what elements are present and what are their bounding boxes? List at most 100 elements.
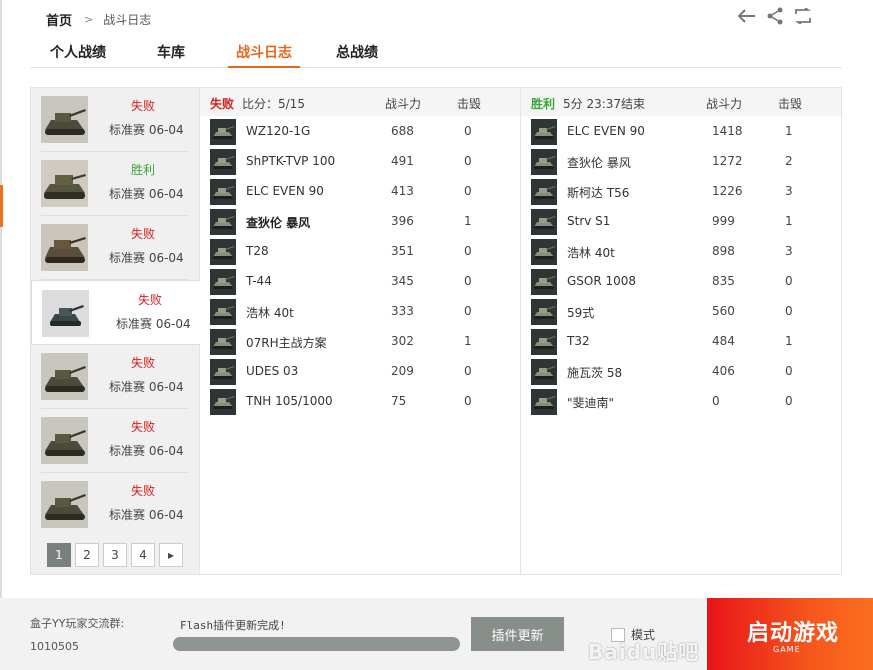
tank-name: GSOR 1008	[567, 274, 637, 288]
kill-count: 0	[464, 154, 472, 168]
battle-power: 560	[712, 304, 735, 318]
plugin-update-button[interactable]: 插件更新	[471, 617, 564, 651]
player-row[interactable]: T-44 345 0	[200, 267, 520, 297]
kill-count: 0	[785, 304, 793, 318]
tank-name: ELC EVEN 90	[246, 184, 324, 198]
player-row[interactable]: 浩林 40t 333 0	[200, 297, 520, 327]
player-row[interactable]: T32 484 1	[521, 327, 841, 357]
page-3-button[interactable]: 3	[103, 543, 127, 567]
tank-name: 查狄伦 暴风	[246, 216, 311, 230]
tab-garage[interactable]: 车库	[157, 42, 185, 68]
tank-name: T32	[567, 334, 590, 348]
next-page-icon[interactable]: ▸	[159, 543, 183, 567]
tank-name: TNH 105/1000	[246, 394, 333, 408]
tank-icon	[531, 179, 557, 205]
tank-icon	[531, 269, 557, 295]
battle-result: 失败	[131, 356, 156, 370]
battle-item[interactable]: 失败 标准赛 06-04	[31, 216, 189, 280]
tank-thumbnail	[41, 353, 88, 400]
player-row[interactable]: 查狄伦 暴风 1272 2	[521, 147, 841, 177]
player-row[interactable]: 07RH主战方案 302 1	[200, 327, 520, 357]
player-row[interactable]: TNH 105/1000 75 0	[200, 387, 520, 417]
tank-icon	[210, 359, 236, 385]
player-row[interactable]: WZ120-1G 688 0	[200, 117, 520, 147]
battle-power: 396	[391, 214, 414, 228]
player-row[interactable]: "斐迪南" 0 0	[521, 387, 841, 417]
player-row[interactable]: 斯柯达 T56 1226 3	[521, 177, 841, 207]
tank-thumbnail	[42, 290, 89, 337]
player-row[interactable]: T28 351 0	[200, 237, 520, 267]
tank-name: ShPTK-TVP 100	[246, 154, 336, 168]
winning-team-table: 胜利 5分 23:37结束 战斗力 击毁 ELC EVEN 90 1418 1 查狄伦…	[521, 88, 841, 574]
launch-game-sublabel: GAME	[773, 645, 801, 654]
top-toolbar	[737, 6, 813, 26]
team-header: 胜利 5分 23:37结束 战斗力 击毁	[521, 88, 841, 116]
losing-team-table: 失败 比分：5/15 战斗力 击毁 WZ120-1G 688 0 ShPTK-TVP …	[200, 88, 521, 574]
page-1-button[interactable]: 1	[47, 543, 71, 567]
battle-item[interactable]: 失败 标准赛 06-04	[31, 88, 189, 152]
launch-game-label: 启动游戏	[747, 621, 840, 646]
share-icon[interactable]	[765, 6, 785, 26]
tank-name: Strv S1	[567, 214, 611, 228]
yy-group-label: 盒子YY玩家交流群:	[30, 617, 125, 630]
tab-battle-log[interactable]: 战斗日志	[228, 42, 300, 68]
player-row[interactable]: 施瓦茨 58 406 0	[521, 357, 841, 387]
player-row[interactable]: UDES 03 209 0	[200, 357, 520, 387]
battle-result: 失败	[131, 227, 156, 241]
power-column-header: 战斗力	[706, 97, 743, 111]
kill-count: 0	[464, 124, 472, 138]
tank-name: 59式	[567, 306, 595, 320]
player-row[interactable]: ELC EVEN 90 413 0	[200, 177, 520, 207]
tank-name: 浩林 40t	[567, 246, 615, 260]
tank-icon	[531, 359, 557, 385]
back-icon[interactable]	[737, 6, 757, 26]
tank-thumbnail	[41, 481, 88, 528]
player-row[interactable]: GSOR 1008 835 0	[521, 267, 841, 297]
kill-count: 1	[464, 334, 472, 348]
player-row[interactable]: ELC EVEN 90 1418 1	[521, 117, 841, 147]
power-column-header: 战斗力	[385, 97, 422, 111]
refresh-icon[interactable]	[793, 6, 813, 26]
tank-name: 07RH主战方案	[246, 336, 327, 350]
player-row[interactable]: Strv S1 999 1	[521, 207, 841, 237]
player-row[interactable]: 查狄伦 暴风 396 1	[200, 207, 520, 237]
player-row[interactable]: 浩林 40t 898 3	[521, 237, 841, 267]
player-row[interactable]: ShPTK-TVP 100 491 0	[200, 147, 520, 177]
tank-icon	[531, 299, 557, 325]
launch-game-button[interactable]: 启动游戏 GAME	[707, 598, 873, 670]
battle-item-selected[interactable]: 失败 标准赛 06-04	[31, 280, 200, 345]
tank-name: 查狄伦 暴风	[567, 156, 631, 170]
tank-name: UDES 03	[246, 364, 299, 378]
breadcrumb: 首页 > 战斗日志	[46, 10, 151, 29]
kill-count: 0	[785, 274, 793, 288]
breadcrumb-home[interactable]: 首页	[46, 10, 72, 29]
tank-name: 浩林 40t	[246, 306, 294, 320]
team-result: 失败	[210, 97, 235, 111]
tank-name: "斐迪南"	[567, 396, 615, 410]
tank-icon	[531, 239, 557, 265]
battle-power: 302	[391, 334, 414, 348]
battle-item[interactable]: 胜利 标准赛 06-04	[31, 152, 189, 216]
tank-icon	[531, 389, 557, 415]
tank-thumbnail	[41, 417, 88, 464]
battle-item[interactable]: 失败 标准赛 06-04	[31, 409, 189, 473]
kill-count: 1	[464, 214, 472, 228]
tank-thumbnail	[41, 224, 88, 271]
battle-power: 835	[712, 274, 735, 288]
tab-personal-record[interactable]: 个人战绩	[50, 42, 106, 68]
page-4-button[interactable]: 4	[131, 543, 155, 567]
battle-power: 0	[712, 394, 720, 408]
tank-icon	[210, 209, 236, 235]
kill-count: 0	[464, 394, 472, 408]
player-row[interactable]: 59式 560 0	[521, 297, 841, 327]
tank-icon	[210, 299, 236, 325]
battle-item[interactable]: 失败 标准赛 06-04	[31, 345, 189, 409]
battle-power: 333	[391, 304, 414, 318]
page-2-button[interactable]: 2	[75, 543, 99, 567]
battle-result: 失败	[131, 484, 156, 498]
kill-count: 3	[785, 244, 793, 258]
battle-item[interactable]: 失败 标准赛 06-04	[31, 473, 189, 537]
tab-overall-record[interactable]: 总战绩	[336, 42, 378, 68]
left-edge-accent	[0, 185, 3, 227]
battle-power: 351	[391, 244, 414, 258]
